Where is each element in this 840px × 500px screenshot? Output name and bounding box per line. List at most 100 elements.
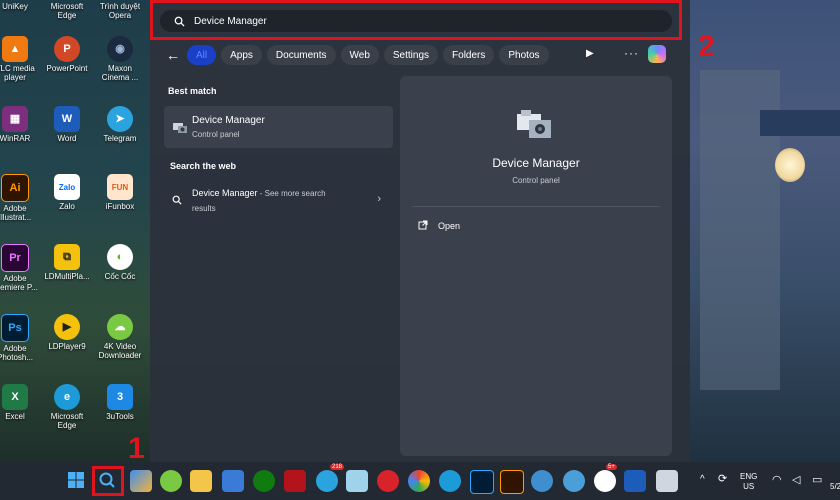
- zalo-icon: Zalo: [54, 174, 80, 200]
- annotation-step-1: 1: [128, 432, 145, 465]
- photoshop-taskbar-icon[interactable]: [470, 470, 494, 494]
- chat-app-icon[interactable]: [594, 470, 616, 492]
- vlc-icon: ▲: [2, 36, 28, 62]
- ldplayer-icon: ▶: [54, 314, 80, 340]
- telegram-badge: 218: [330, 464, 345, 470]
- filter-bar: ← All Apps Documents Web Settings Folder…: [164, 44, 549, 66]
- filter-all[interactable]: All: [187, 45, 217, 65]
- desktop-icon-4kvideo[interactable]: ☁ 4K Video Downloader: [95, 314, 145, 360]
- search-web-title: Device Manager - See more search: [192, 188, 326, 198]
- ifunbox-icon: FUN: [107, 174, 133, 200]
- powerpoint-icon: P: [54, 36, 80, 62]
- store-icon[interactable]: [222, 470, 244, 492]
- filter-apps[interactable]: Apps: [221, 45, 262, 65]
- xbox-icon[interactable]: [253, 470, 275, 492]
- search-web-result[interactable]: Device Manager - See more search results…: [164, 184, 393, 218]
- desktop-icon-premiere[interactable]: Pr Adobe Premiere P...: [0, 244, 40, 292]
- filter-web[interactable]: Web: [340, 45, 379, 65]
- download-cloud-icon: ☁: [107, 314, 133, 340]
- copilot-icon[interactable]: [648, 45, 666, 63]
- coccoc-icon: ◐: [107, 244, 133, 270]
- best-match-heading: Best match: [168, 86, 217, 96]
- desktop-icon-cinema4d[interactable]: ◉ Maxon Cinema ...: [95, 36, 145, 82]
- result-detail-pane: Device Manager Control panel Open: [400, 76, 672, 456]
- desktop-icon-word[interactable]: W Word: [42, 106, 92, 143]
- excel-icon: X: [2, 384, 28, 410]
- desktop-icon-3utools[interactable]: 3 3uTools: [95, 384, 145, 421]
- windows-start-icon[interactable]: [66, 470, 88, 492]
- sync-icon[interactable]: ⟳: [718, 472, 727, 485]
- detail-divider: [412, 206, 660, 207]
- desktop-icon-telegram[interactable]: ➤ Telegram: [95, 106, 145, 143]
- back-arrow-icon[interactable]: ←: [164, 47, 182, 63]
- annotation-step-2: 2: [698, 30, 715, 63]
- open-action[interactable]: Open: [418, 220, 460, 232]
- globe-icon[interactable]: [563, 470, 585, 492]
- desktop-icon-winrar[interactable]: ▦ WinRAR: [0, 106, 40, 143]
- 3utools-icon: 3: [107, 384, 133, 410]
- desktop-icon-illustrator[interactable]: Ai Adobe Illustrat...: [0, 174, 40, 222]
- photoshop-icon: Ps: [1, 314, 29, 342]
- desktop-icon-edge-top[interactable]: Microsoft Edge: [42, 0, 92, 20]
- device-manager-icon: [172, 120, 188, 134]
- more-filters-play-icon[interactable]: ▶: [586, 48, 594, 59]
- chevron-up-icon[interactable]: ^: [700, 474, 705, 485]
- desktop-icon-ifunbox[interactable]: FUN iFunbox: [95, 174, 145, 211]
- device-manager-large-icon: [515, 106, 555, 142]
- language-code: ENG: [740, 472, 758, 481]
- desktop-icon-edge[interactable]: e Microsoft Edge: [42, 384, 92, 430]
- opera-taskbar-icon[interactable]: [377, 470, 399, 492]
- wallpaper-awning: [760, 110, 840, 136]
- winrar-icon: ▦: [2, 106, 28, 132]
- more-options-icon[interactable]: ···: [624, 46, 639, 60]
- illustrator-icon: Ai: [1, 174, 29, 202]
- chevron-right-icon[interactable]: ›: [377, 193, 381, 205]
- clock-date[interactable]: 5/2: [830, 482, 840, 491]
- battery-icon[interactable]: ▭: [812, 473, 822, 486]
- filter-folders[interactable]: Folders: [443, 45, 495, 65]
- wifi-icon[interactable]: ◠: [772, 473, 782, 486]
- premiere-icon: Pr: [1, 244, 29, 272]
- cinema4d-icon: ◉: [107, 36, 133, 62]
- ldmultiplayer-icon: ⧉: [54, 244, 80, 270]
- detail-subtitle: Control panel: [512, 176, 560, 185]
- desktop-icon-unikey[interactable]: UniKey: [0, 0, 40, 11]
- photos-icon[interactable]: [346, 470, 368, 492]
- desktop-icon-ldplayer[interactable]: ▶ LDPlayer9: [42, 314, 92, 351]
- chat-badge: 5+: [606, 464, 617, 470]
- desktop-icon-vlc[interactable]: ▲ VLC media player: [0, 36, 40, 82]
- edge-taskbar-icon[interactable]: [439, 470, 461, 492]
- desktop-icon-excel[interactable]: X Excel: [0, 384, 40, 421]
- best-match-result[interactable]: Device Manager Control panel: [164, 106, 393, 148]
- chrome-icon[interactable]: [408, 470, 430, 492]
- device-manager-taskbar-icon[interactable]: [656, 470, 678, 492]
- volume-icon[interactable]: ◁: [792, 473, 800, 486]
- taskbar-search-highlight: [92, 466, 124, 496]
- word-taskbar-icon[interactable]: [624, 470, 646, 492]
- desktop-icon-opera[interactable]: Trình duyệt Opera: [95, 0, 145, 20]
- telegram-icon: ➤: [107, 106, 133, 132]
- file-explorer-icon[interactable]: [190, 470, 212, 492]
- browser-taskbar-icon[interactable]: [531, 470, 553, 492]
- wallpaper-lamp: [775, 148, 805, 182]
- widgets-icon[interactable]: [130, 470, 152, 492]
- open-label: Open: [438, 221, 461, 231]
- taskbar: 218 5+ ^ ⟳ ENG US ◠ ◁ ▭ 5/2: [0, 462, 840, 500]
- filter-settings[interactable]: Settings: [383, 45, 439, 65]
- desktop-icon-photoshop[interactable]: Ps Adobe Photosh...: [0, 314, 40, 362]
- filter-documents[interactable]: Documents: [266, 45, 336, 65]
- desktop-icon-zalo[interactable]: Zalo Zalo: [42, 174, 92, 211]
- word-icon: W: [54, 106, 80, 132]
- language-indicator[interactable]: ENG US: [740, 472, 757, 492]
- desktop-icon-ldmultiplayer[interactable]: ⧉ LDMultiPla...: [42, 244, 92, 281]
- desktop-icon-powerpoint[interactable]: P PowerPoint: [42, 36, 92, 73]
- filter-photos[interactable]: Photos: [499, 45, 549, 65]
- search-icon: [172, 192, 182, 210]
- search-highlight-box: [150, 0, 682, 40]
- telegram-taskbar-icon[interactable]: [316, 470, 338, 492]
- game-app-icon[interactable]: [284, 470, 306, 492]
- coccoc-taskbar-icon[interactable]: [160, 470, 182, 492]
- desktop-icon-coccoc[interactable]: ◐ Cốc Cốc: [95, 244, 145, 281]
- illustrator-taskbar-icon[interactable]: [500, 470, 524, 494]
- best-match-subtitle: Control panel: [192, 130, 240, 139]
